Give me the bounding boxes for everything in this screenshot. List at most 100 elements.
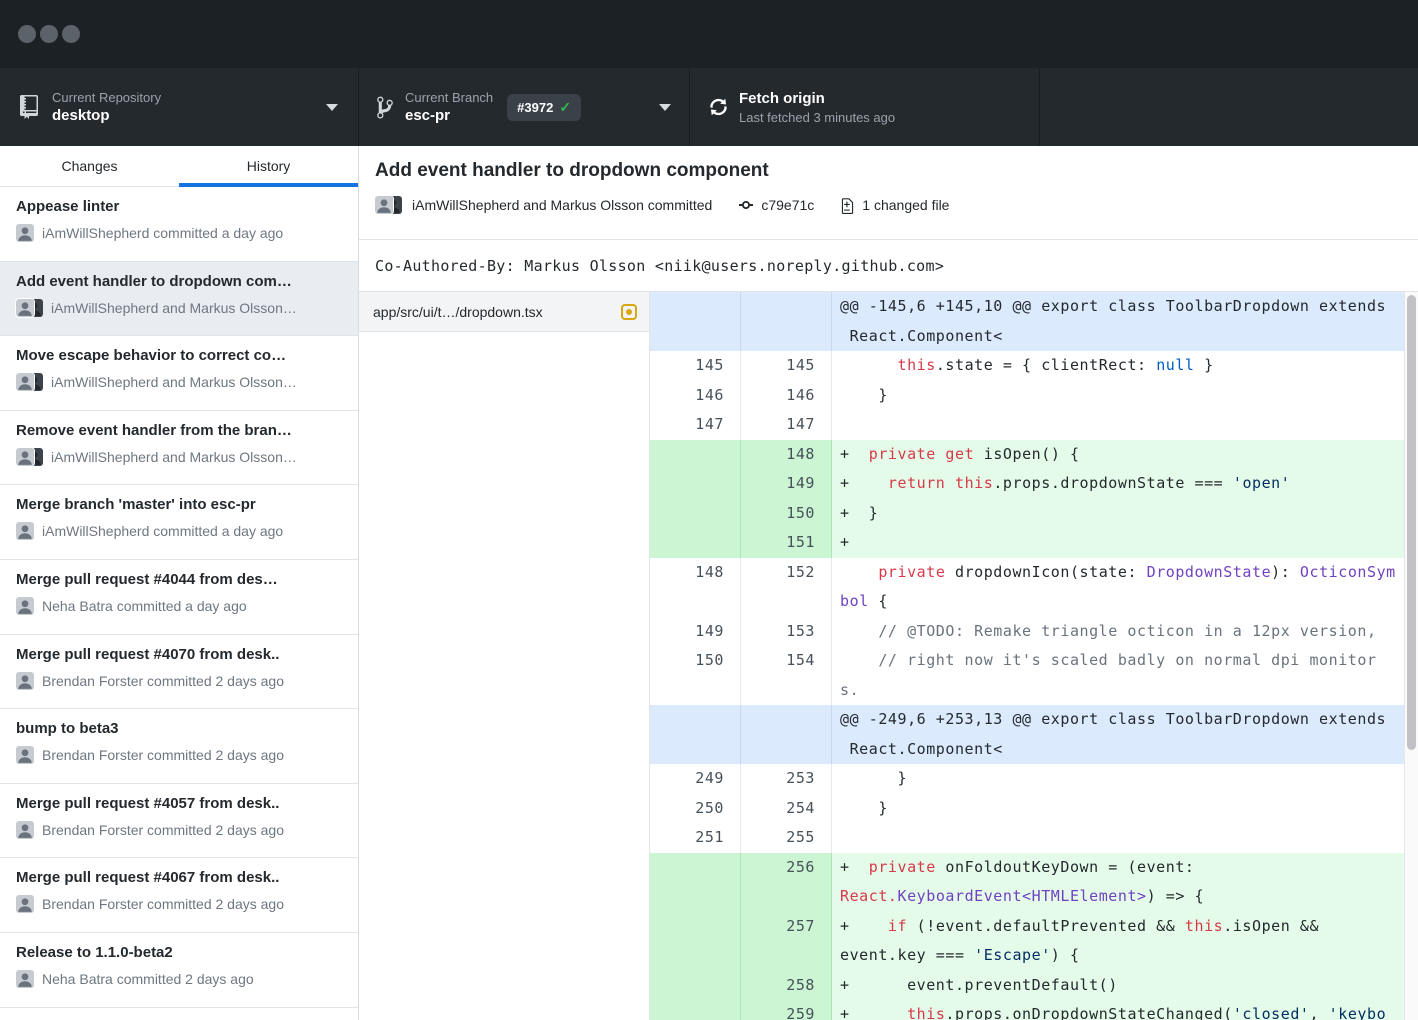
diff-code: }	[832, 764, 1418, 794]
file-diff-icon	[840, 196, 855, 214]
branch-label: Current Branch	[405, 89, 493, 106]
avatar	[16, 373, 34, 391]
zoom-window-button[interactable]	[62, 25, 80, 43]
commit-item-title: Move escape behavior to correct co…	[16, 347, 342, 364]
committer-avatars	[16, 299, 43, 317]
commit-item-byline: Neha Batra committed a day ago	[42, 598, 247, 614]
commit-list-item[interactable]: Merge pull request #4070 from desk..Bren…	[0, 635, 358, 710]
commit-item-title: Merge pull request #4067 from desk..	[16, 869, 342, 886]
avatar	[16, 224, 34, 242]
old-line-number	[650, 1000, 741, 1020]
diff-line: 258+ event.preventDefault()	[650, 971, 1418, 1001]
avatar	[16, 970, 34, 988]
new-line-number: 258	[741, 971, 832, 1001]
commit-item-byline: iAmWillShepherd and Markus Olsson…	[51, 449, 297, 465]
new-line-number: 150	[741, 499, 832, 529]
commit-item-byline: Brendan Forster committed 2 days ago	[42, 747, 284, 763]
commit-item-title: Merge pull request #4057 from desk..	[16, 795, 342, 812]
toolbar-spacer	[1040, 68, 1418, 146]
diff-line: 250254 }	[650, 794, 1418, 824]
committer-avatars	[16, 448, 43, 466]
old-line-number	[650, 469, 741, 499]
fetch-title: Fetch origin	[739, 89, 895, 109]
commit-item-title: Release to 1.1.0-beta2	[16, 944, 342, 961]
avatar	[16, 895, 34, 913]
fetch-origin-button[interactable]: Fetch origin Last fetched 3 minutes ago	[690, 68, 1040, 146]
new-line-number: 253	[741, 764, 832, 794]
new-line-number: 145	[741, 351, 832, 381]
new-line-number: 256	[741, 853, 832, 912]
diff-line: 149+ return this.props.dropdownState ===…	[650, 469, 1418, 499]
commit-item-title: Merge branch 'master' into esc-pr	[16, 496, 342, 513]
commit-list-item[interactable]: Release to 1.1.0-beta2 Neha Batra committ…	[0, 933, 358, 1008]
diff-hunk-header: @@ -145,6 +145,10 @@ export class Toolba…	[650, 292, 1418, 351]
fetch-subtitle: Last fetched 3 minutes ago	[739, 109, 895, 126]
diff-code	[832, 410, 1418, 440]
diff-line: 145145 this.state = { clientRect: null }	[650, 351, 1418, 381]
new-line-number: 257	[741, 912, 832, 971]
commit-list-item[interactable]: Merge pull request #4057 from desk..Bren…	[0, 784, 358, 859]
new-line-number: 153	[741, 617, 832, 647]
avatar	[16, 821, 34, 839]
commit-list-item[interactable]: Merge pull request #4044 from des…Neha B…	[0, 560, 358, 635]
commit-item-byline: iAmWillShepherd committed a day ago	[42, 225, 283, 241]
pr-number: #3972	[517, 100, 553, 115]
old-line-number: 251	[650, 823, 741, 853]
avatar	[16, 522, 34, 540]
diff-code: +	[832, 528, 1418, 558]
tab-history[interactable]: History	[179, 146, 358, 186]
commit-byline: iAmWillShepherd and Markus Olsson commit…	[412, 197, 712, 213]
diff-area: app/src/ui/t…/dropdown.tsx @@ -145,6 +14…	[359, 292, 1418, 1020]
close-window-button[interactable]	[18, 25, 36, 43]
diff-code: private dropdownIcon(state: DropdownStat…	[832, 558, 1418, 617]
commit-list-item[interactable]: Add event handler to dropdown com…iAmWil…	[0, 262, 358, 337]
changed-file-item[interactable]: app/src/ui/t…/dropdown.tsx	[359, 292, 649, 332]
new-line-number	[741, 705, 832, 764]
sidebar-tabs: Changes History	[0, 146, 358, 187]
diff-view: @@ -145,6 +145,10 @@ export class Toolba…	[650, 292, 1418, 1020]
commit-list-item[interactable]: Appease linteriAmWillShepherd committed …	[0, 187, 358, 262]
diff-code: }	[832, 794, 1418, 824]
avatar	[16, 597, 34, 615]
new-line-number: 254	[741, 794, 832, 824]
diff-code: + if (!event.defaultPrevented && this.is…	[832, 912, 1418, 971]
commit-detail-pane: Add event handler to dropdown component …	[359, 146, 1418, 1020]
commit-list-item[interactable]: Merge pull request #4067 from desk..Bren…	[0, 858, 358, 933]
diff-code: @@ -145,6 +145,10 @@ export class Toolba…	[832, 292, 1418, 351]
diff-code: + return this.props.dropdownState === 'o…	[832, 469, 1418, 499]
tab-changes[interactable]: Changes	[0, 146, 179, 186]
changed-files-count: 1 changed file	[862, 197, 949, 213]
commit-list-item[interactable]: Remove event handler from the bran… iAmWi…	[0, 411, 358, 486]
commit-item-title: Merge pull request #4070 from desk..	[16, 646, 342, 663]
sync-icon	[710, 96, 727, 118]
diff-code	[832, 823, 1418, 853]
minimize-window-button[interactable]	[40, 25, 58, 43]
commit-list-item[interactable]: Merge branch 'master' into esc-pr iAmWill…	[0, 485, 358, 560]
old-line-number: 250	[650, 794, 741, 824]
branch-switcher-button[interactable]: Current Branch esc-pr #3972 ✓	[359, 68, 690, 146]
branch-name: esc-pr	[405, 106, 493, 126]
commit-list-item[interactable]: Move escape behavior to correct co…iAmWi…	[0, 336, 358, 411]
diff-code: this.state = { clientRect: null }	[832, 351, 1418, 381]
avatar	[16, 746, 34, 764]
repository-switcher-button[interactable]: Current Repository desktop	[0, 68, 359, 146]
commit-list-item[interactable]: bump to beta3Brendan Forster committed 2…	[0, 709, 358, 784]
commit-list-item[interactable]: Merge pull request #4050 from desk..	[0, 1008, 358, 1020]
diff-scrollbar	[1404, 292, 1418, 1020]
toolbar: Current Repository desktop Current Branc…	[0, 68, 1418, 146]
commit-item-title: Add event handler to dropdown com…	[16, 273, 342, 290]
commit-sha[interactable]: c79e71c	[761, 197, 814, 213]
diff-code: + this.props.onDropdownStateChanged('clo…	[832, 1000, 1418, 1020]
scrollbar-thumb[interactable]	[1407, 295, 1416, 750]
diff-line: 148152 private dropdownIcon(state: Dropd…	[650, 558, 1418, 617]
commit-list: Appease linteriAmWillShepherd committed …	[0, 187, 358, 1020]
commit-item-byline: iAmWillShepherd committed a day ago	[42, 523, 283, 539]
commit-item-byline: Neha Batra committed 2 days ago	[42, 971, 254, 987]
commit-item-title: Remove event handler from the bran…	[16, 422, 342, 439]
check-icon: ✓	[559, 99, 571, 116]
diff-code: + }	[832, 499, 1418, 529]
old-line-number	[650, 705, 741, 764]
changed-files-panel: app/src/ui/t…/dropdown.tsx	[359, 292, 650, 1020]
avatar	[16, 299, 34, 317]
new-line-number: 259	[741, 1000, 832, 1020]
